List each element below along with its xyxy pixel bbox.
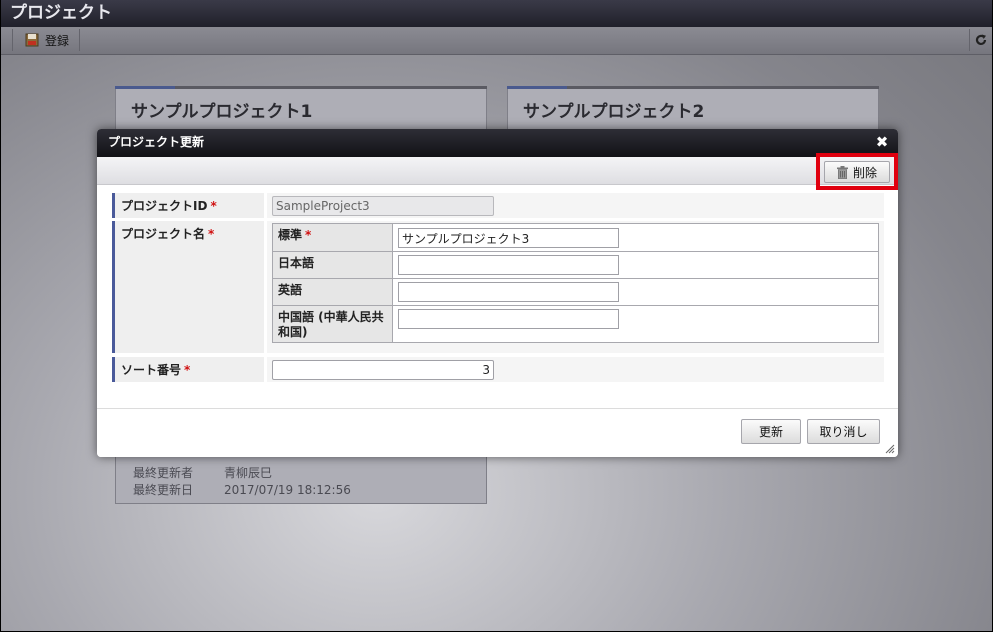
locale-row-default: 標準 * xyxy=(273,224,878,252)
dialog-header: プロジェクト更新 xyxy=(97,129,898,157)
dialog-toolbar xyxy=(97,157,898,185)
project-name-locale-table: 標準* 日本語 英語 中国語 (中華人民共和国) xyxy=(272,223,879,343)
sort-order-input[interactable] xyxy=(272,360,494,380)
required-mark: * xyxy=(184,363,191,377)
register-label: 登録 xyxy=(45,33,70,48)
main-toolbar: 登録 xyxy=(1,27,992,55)
required-mark: * xyxy=(210,199,217,213)
locale-row-chinese: 中国語 (中華人民共和国) xyxy=(273,306,878,342)
required-mark: * xyxy=(305,228,312,242)
highlight-box xyxy=(816,153,898,190)
dialog-title: プロジェクト更新 xyxy=(108,135,205,149)
required-mark: * xyxy=(208,227,215,241)
sort-order-label: ソート番号 * xyxy=(112,357,264,382)
update-button[interactable]: 更新 xyxy=(741,419,801,444)
resize-handle-icon[interactable] xyxy=(885,444,895,454)
name-default-input[interactable] xyxy=(398,228,619,248)
app-window: プロジェクト 登録 サンプルプロジェクト1 最終更新者 青柳辰巳 最終更新日 201… xyxy=(1,0,992,631)
register-icon xyxy=(25,33,39,47)
project-name-label: プロジェクト名 * xyxy=(112,221,264,353)
last-updated-date: 最終更新日 2017/07/19 18:12:56 xyxy=(133,483,351,497)
last-updater: 最終更新者 青柳辰巳 xyxy=(133,466,273,480)
project-card-title: サンプルプロジェクト1 xyxy=(131,102,313,122)
cancel-button[interactable]: 取り消し xyxy=(807,419,880,444)
project-update-dialog: プロジェクト更新 ✖ 削除 プロジェクトID* プロジェクト名* xyxy=(97,129,898,457)
name-english-input[interactable] xyxy=(398,282,619,302)
register-button[interactable]: 登録 xyxy=(12,29,81,51)
project-card-title: サンプルプロジェクト2 xyxy=(523,102,705,122)
locale-row-english: 英語 xyxy=(273,279,878,306)
refresh-button[interactable] xyxy=(969,29,992,51)
app-title: プロジェクト xyxy=(1,0,992,27)
project-id-label: プロジェクトID * xyxy=(112,193,264,218)
close-icon[interactable]: ✖ xyxy=(875,134,889,150)
refresh-icon xyxy=(975,34,987,45)
locale-row-japanese: 日本語 xyxy=(273,252,878,279)
project-id-field[interactable] xyxy=(272,196,494,216)
name-chinese-input[interactable] xyxy=(398,309,619,329)
name-japanese-input[interactable] xyxy=(398,255,619,275)
